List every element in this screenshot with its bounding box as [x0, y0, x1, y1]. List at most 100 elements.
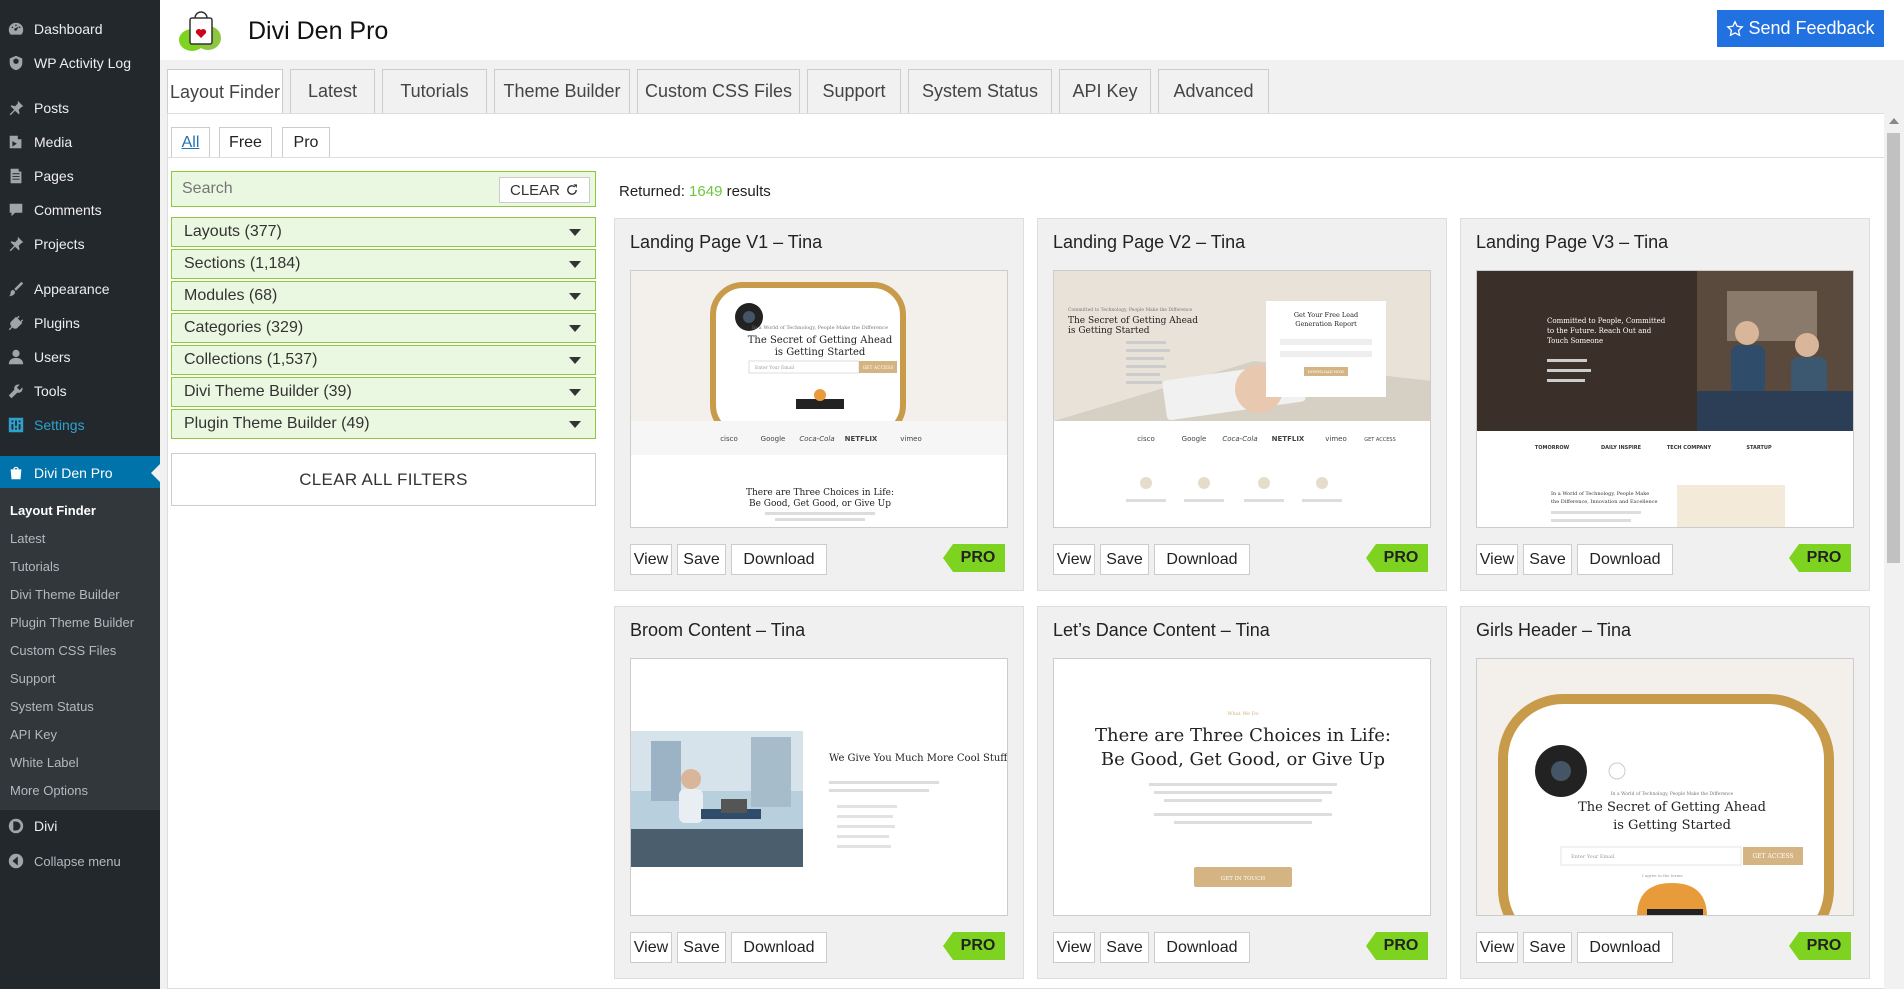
tab-theme-builder[interactable]: Theme Builder	[494, 69, 630, 113]
submenu-plugin-theme-builder[interactable]: Plugin Theme Builder	[10, 615, 134, 630]
save-button[interactable]: Save	[1523, 544, 1572, 575]
caret-down-icon	[569, 421, 581, 428]
submenu-latest[interactable]: Latest	[10, 531, 45, 546]
menu-pages[interactable]: Pages	[0, 161, 160, 191]
caret-down-icon	[569, 325, 581, 332]
save-button[interactable]: Save	[677, 932, 726, 963]
svg-text:Get Your Free Lead: Get Your Free Lead	[1294, 311, 1358, 319]
submenu-layout-finder[interactable]: Layout Finder	[10, 503, 96, 518]
caret-down-icon	[569, 389, 581, 396]
tab-custom-css-files[interactable]: Custom CSS Files	[637, 69, 800, 113]
filter-sections[interactable]: Sections (1,184)	[171, 249, 596, 279]
download-button[interactable]: Download	[1577, 544, 1673, 575]
svg-text:GET ACCESS: GET ACCESS	[1364, 437, 1396, 443]
download-button[interactable]: Download	[731, 544, 827, 575]
submenu-custom-css-files[interactable]: Custom CSS Files	[10, 643, 116, 658]
tab-api-key[interactable]: API Key	[1059, 69, 1151, 113]
menu-users[interactable]: Users	[0, 342, 160, 372]
submenu-divi-den-pro: Layout Finder Latest Tutorials Divi Them…	[0, 488, 160, 810]
menu-posts[interactable]: Posts	[0, 93, 160, 123]
menu-plugins[interactable]: Plugins	[0, 308, 160, 338]
download-button[interactable]: Download	[1577, 932, 1673, 963]
layout-thumbnail[interactable]: We Give You Much More Cool Stuff	[630, 658, 1008, 916]
download-button[interactable]: Download	[731, 932, 827, 963]
divi-den-icon	[6, 463, 26, 483]
view-button[interactable]: View	[1053, 544, 1095, 575]
pro-badge: PRO	[943, 932, 1005, 960]
menu-tools[interactable]: Tools	[0, 376, 160, 406]
media-icon	[6, 132, 26, 152]
scroll-up-arrow-icon[interactable]	[1889, 118, 1899, 124]
filter-collections[interactable]: Collections (1,537)	[171, 345, 596, 375]
subtab-divider	[167, 157, 1884, 158]
submenu-support[interactable]: Support	[10, 671, 56, 686]
view-button[interactable]: View	[630, 932, 672, 963]
svg-text:DOWNLOAD NOW: DOWNLOAD NOW	[1308, 369, 1344, 374]
submenu-tutorials[interactable]: Tutorials	[10, 559, 59, 574]
menu-divi-den-pro[interactable]: Divi Den Pro	[0, 456, 160, 489]
menu-media[interactable]: Media	[0, 127, 160, 157]
layout-card: Girls Header – Tina In a World of Techno…	[1460, 606, 1870, 979]
tab-latest[interactable]: Latest	[290, 69, 375, 113]
tab-tutorials[interactable]: Tutorials	[382, 69, 487, 113]
subtab-pro[interactable]: Pro	[282, 127, 330, 158]
view-button[interactable]: View	[1476, 544, 1518, 575]
view-button[interactable]: View	[630, 544, 672, 575]
svg-text:The Secret of Getting Ahead: The Secret of Getting Ahead	[748, 335, 893, 346]
svg-text:GET ACCESS: GET ACCESS	[1752, 853, 1793, 860]
menu-projects[interactable]: Projects	[0, 229, 160, 259]
submenu-more-options[interactable]: More Options	[10, 783, 88, 798]
menu-divi[interactable]: Divi	[0, 811, 160, 841]
search-input[interactable]	[182, 179, 482, 199]
tab-layout-finder[interactable]: Layout Finder	[167, 69, 283, 115]
brush-icon	[6, 279, 26, 299]
layout-card: Let’s Dance Content – Tina What We Do Th…	[1037, 606, 1447, 979]
svg-text:Coca-Cola: Coca-Cola	[799, 435, 834, 443]
dashboard-icon	[6, 19, 26, 39]
svg-text:Touch Someone: Touch Someone	[1547, 337, 1603, 345]
send-feedback-button[interactable]: Send Feedback	[1717, 10, 1884, 47]
menu-comments[interactable]: Comments	[0, 195, 160, 225]
view-button[interactable]: View	[1053, 932, 1095, 963]
menu-wp-activity-log[interactable]: WP Activity Log	[0, 48, 160, 78]
svg-text:is Getting Started: is Getting Started	[775, 347, 866, 358]
save-button[interactable]: Save	[677, 544, 726, 575]
download-button[interactable]: Download	[1154, 932, 1250, 963]
svg-text:Enter Your Email: Enter Your Email	[755, 365, 795, 371]
filter-categories[interactable]: Categories (329)	[171, 313, 596, 343]
layout-thumbnail[interactable]: Committed to People, Committed to the Fu…	[1476, 270, 1854, 528]
layout-thumbnail[interactable]: In a World of Technology, People Make th…	[1476, 658, 1854, 916]
tab-system-status[interactable]: System Status	[908, 69, 1052, 113]
clear-search-button[interactable]: CLEAR	[499, 177, 590, 203]
results-count: Returned: 1649 results	[619, 183, 771, 200]
save-button[interactable]: Save	[1100, 544, 1149, 575]
submenu-system-status[interactable]: System Status	[10, 699, 94, 714]
filter-divi-theme-builder[interactable]: Divi Theme Builder (39)	[171, 377, 596, 407]
filter-plugin-theme-builder[interactable]: Plugin Theme Builder (49)	[171, 409, 596, 439]
filter-layouts[interactable]: Layouts (377)	[171, 217, 596, 247]
layout-thumbnail[interactable]: Committed to Technology, People Make the…	[1053, 270, 1431, 528]
filter-modules[interactable]: Modules (68)	[171, 281, 596, 311]
menu-settings[interactable]: Settings	[0, 410, 160, 440]
subtab-all[interactable]: All	[171, 127, 210, 158]
submenu-api-key[interactable]: API Key	[10, 727, 57, 742]
menu-dashboard[interactable]: Dashboard	[0, 14, 160, 44]
scrollbar-thumb[interactable]	[1887, 133, 1900, 563]
clear-all-filters-button[interactable]: CLEAR ALL FILTERS	[171, 453, 596, 506]
layout-thumbnail[interactable]: What We Do There are Three Choices in Li…	[1053, 658, 1431, 916]
download-button[interactable]: Download	[1154, 544, 1250, 575]
save-button[interactable]: Save	[1523, 932, 1572, 963]
submenu-white-label[interactable]: White Label	[10, 755, 79, 770]
subtab-free[interactable]: Free	[219, 127, 272, 158]
save-button[interactable]: Save	[1100, 932, 1149, 963]
menu-collapse[interactable]: Collapse menu	[0, 846, 160, 876]
menu-appearance[interactable]: Appearance	[0, 274, 160, 304]
view-button[interactable]: View	[1476, 932, 1518, 963]
tab-advanced[interactable]: Advanced	[1158, 69, 1269, 113]
submenu-divi-theme-builder[interactable]: Divi Theme Builder	[10, 587, 120, 602]
svg-text:We Give You Much More Cool Stu: We Give You Much More Cool Stuff	[829, 753, 1008, 764]
svg-text:NETFLIX: NETFLIX	[845, 435, 878, 443]
layout-thumbnail[interactable]: In a World of Technology, People Make th…	[630, 270, 1008, 528]
svg-text:GET IN TOUCH: GET IN TOUCH	[1221, 876, 1266, 882]
tab-support[interactable]: Support	[807, 69, 901, 113]
